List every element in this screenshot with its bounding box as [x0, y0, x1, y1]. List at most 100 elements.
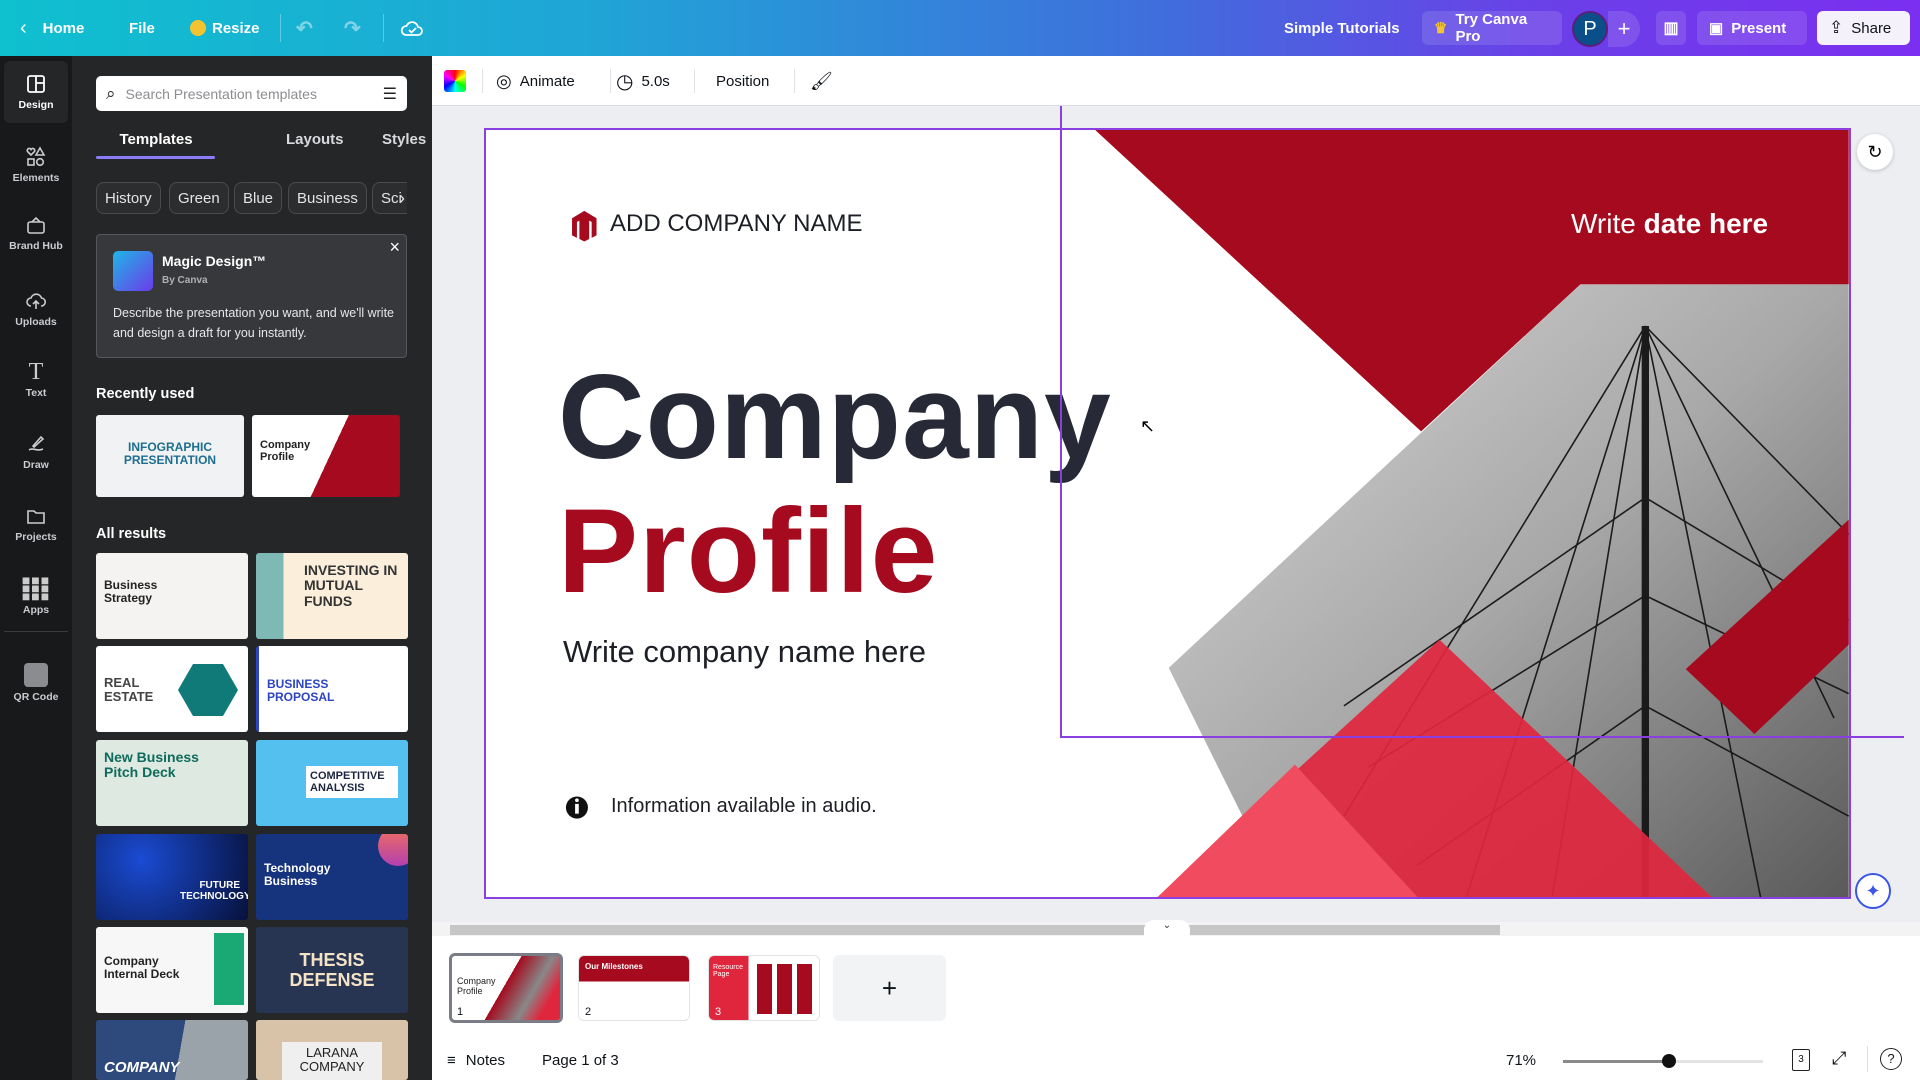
divider: [794, 69, 795, 93]
template-result[interactable]: Technology Business: [256, 834, 408, 920]
chip-business[interactable]: Business: [288, 182, 367, 214]
animate-icon: ◎: [496, 71, 512, 92]
add-page-button[interactable]: +: [833, 955, 946, 1021]
cloud-upload-icon: [25, 290, 47, 312]
cloud-saved-icon[interactable]: [400, 0, 424, 56]
info-text[interactable]: Information available in audio.: [611, 795, 877, 818]
notes-button[interactable]: ≡Notes: [447, 1052, 505, 1069]
apps-grid-icon: ■■■■■■■■■: [22, 576, 50, 600]
template-result[interactable]: New Business Pitch Deck: [96, 740, 248, 826]
recent-template[interactable]: INFOGRAPHIC PRESENTATION: [96, 415, 244, 497]
tab-indicator: [96, 156, 215, 159]
rail-qr-code[interactable]: QR Code: [4, 652, 68, 714]
template-result[interactable]: THESIS DEFENSE: [256, 927, 408, 1013]
text-icon: T: [29, 361, 44, 383]
page-grid-button[interactable]: 3: [1792, 1049, 1810, 1071]
divider: [383, 14, 384, 42]
template-result[interactable]: BUSINESS PROPOSAL: [256, 646, 408, 732]
logo-icon: [572, 211, 597, 242]
date-text[interactable]: Write date here: [1571, 208, 1768, 240]
company-name-text[interactable]: ADD COMPANY NAME: [610, 210, 862, 238]
home-button[interactable]: ‹Home: [20, 0, 84, 56]
rail-text[interactable]: TText: [4, 349, 68, 411]
add-collaborator-button[interactable]: +: [1608, 11, 1640, 47]
rail-uploads[interactable]: Uploads: [4, 278, 68, 340]
file-menu[interactable]: File: [129, 0, 155, 56]
chevron-left-icon: ‹: [20, 17, 27, 40]
magic-design-card[interactable]: Magic Design™ By Canva Describe the pres…: [96, 234, 407, 358]
search-icon: ⌕: [106, 84, 116, 104]
duration-button[interactable]: ◷5.0s: [616, 56, 670, 106]
draw-icon: [25, 433, 47, 455]
subtitle-text[interactable]: Write company name here: [563, 634, 926, 670]
share-button[interactable]: ⇪Share: [1817, 11, 1910, 45]
divider: [1867, 1046, 1868, 1072]
tab-styles[interactable]: Styles: [382, 131, 426, 148]
title-profile[interactable]: Profile: [558, 486, 938, 616]
template-result[interactable]: FUTURE TECHNOLOGY: [96, 834, 248, 920]
divider: [610, 69, 611, 93]
zoom-slider-fill: [1563, 1060, 1669, 1063]
rail-brand-hub[interactable]: Brand Hub: [4, 202, 68, 264]
title-company[interactable]: Company: [558, 352, 1112, 482]
search-input[interactable]: ⌕ Search Presentation templates ☰: [96, 76, 407, 111]
upload-icon: ⇪: [1829, 18, 1843, 38]
filter-icon[interactable]: ☰: [383, 84, 397, 104]
template-result[interactable]: COMPETITIVE ANALYSIS: [256, 740, 408, 826]
magic-sparkle-icon[interactable]: ✦: [1855, 873, 1891, 909]
animate-button[interactable]: ◎Animate: [496, 56, 575, 106]
template-result[interactable]: COMPANY: [96, 1020, 248, 1080]
chip-green[interactable]: Green: [169, 182, 229, 214]
position-button[interactable]: Position: [716, 56, 769, 106]
qr-code-icon: [24, 663, 48, 687]
tab-templates[interactable]: Templates: [96, 131, 216, 148]
template-result[interactable]: LARANA COMPANY: [256, 1020, 408, 1080]
insights-button[interactable]: ▥: [1656, 11, 1686, 45]
paint-roller-icon[interactable]: 🖌: [810, 56, 833, 106]
close-icon[interactable]: ×: [389, 237, 400, 258]
template-result[interactable]: INVESTING IN MUTUAL FUNDS: [256, 553, 408, 639]
refresh-comment-icon[interactable]: ↻: [1857, 134, 1893, 170]
redo-icon[interactable]: ↷: [344, 0, 361, 56]
rail-elements[interactable]: Elements: [4, 134, 68, 196]
avatar[interactable]: P: [1572, 11, 1608, 47]
rail-design[interactable]: Design: [4, 61, 68, 123]
layout-icon: [25, 73, 47, 95]
chip-science[interactable]: Sci›: [372, 182, 407, 214]
chip-history[interactable]: History: [96, 182, 161, 214]
editor-toolbar: ◎Animate ◷5.0s Position 🖌: [432, 56, 1920, 106]
zoom-slider[interactable]: [1563, 1060, 1763, 1063]
shapes-icon: [25, 146, 47, 168]
bar-chart-icon: ▥: [1663, 18, 1678, 38]
chip-blue[interactable]: Blue: [234, 182, 282, 214]
tab-layouts[interactable]: Layouts: [286, 131, 344, 148]
template-result[interactable]: Company Internal Deck: [96, 927, 248, 1013]
divider: [280, 14, 281, 42]
page-thumbnail-2[interactable]: Our Milestones 2: [578, 955, 690, 1021]
brand-icon: [25, 214, 47, 236]
try-canva-pro-button[interactable]: ♛Try Canva Pro: [1422, 11, 1562, 45]
rail-draw[interactable]: Draw: [4, 421, 68, 483]
zoom-slider-knob[interactable]: [1662, 1054, 1676, 1068]
recent-template[interactable]: Company Profile: [252, 415, 400, 497]
rail-projects[interactable]: Projects: [4, 493, 68, 555]
folder-icon: [25, 505, 47, 527]
resize-button[interactable]: Resize: [190, 0, 260, 56]
account-name[interactable]: Simple Tutorials: [1284, 0, 1400, 56]
rail-apps[interactable]: ■■■■■■■■■Apps: [4, 565, 68, 627]
undo-icon[interactable]: ↶: [296, 0, 313, 56]
template-result[interactable]: Business Strategy: [96, 553, 248, 639]
page-thumbnail-1[interactable]: Company Profile 1: [449, 953, 563, 1023]
help-icon[interactable]: ?: [1880, 1048, 1902, 1070]
page-thumbnail-3[interactable]: Resource Page 3: [708, 955, 820, 1021]
chevron-right-icon[interactable]: ›: [399, 188, 405, 209]
template-result[interactable]: REAL ESTATE: [96, 646, 248, 732]
color-picker-icon[interactable]: [444, 70, 466, 92]
slide-canvas[interactable]: ADD COMPANY NAME Write date here Company…: [486, 130, 1849, 897]
chevron-down-icon[interactable]: ⌄: [1144, 920, 1190, 936]
scrollbar-thumb[interactable]: [450, 925, 1500, 935]
present-button[interactable]: ▣Present: [1697, 11, 1807, 45]
fullscreen-icon[interactable]: ⤢: [1832, 1048, 1846, 1069]
zoom-level[interactable]: 71%: [1506, 1052, 1536, 1069]
notes-icon: ≡: [447, 1052, 456, 1069]
